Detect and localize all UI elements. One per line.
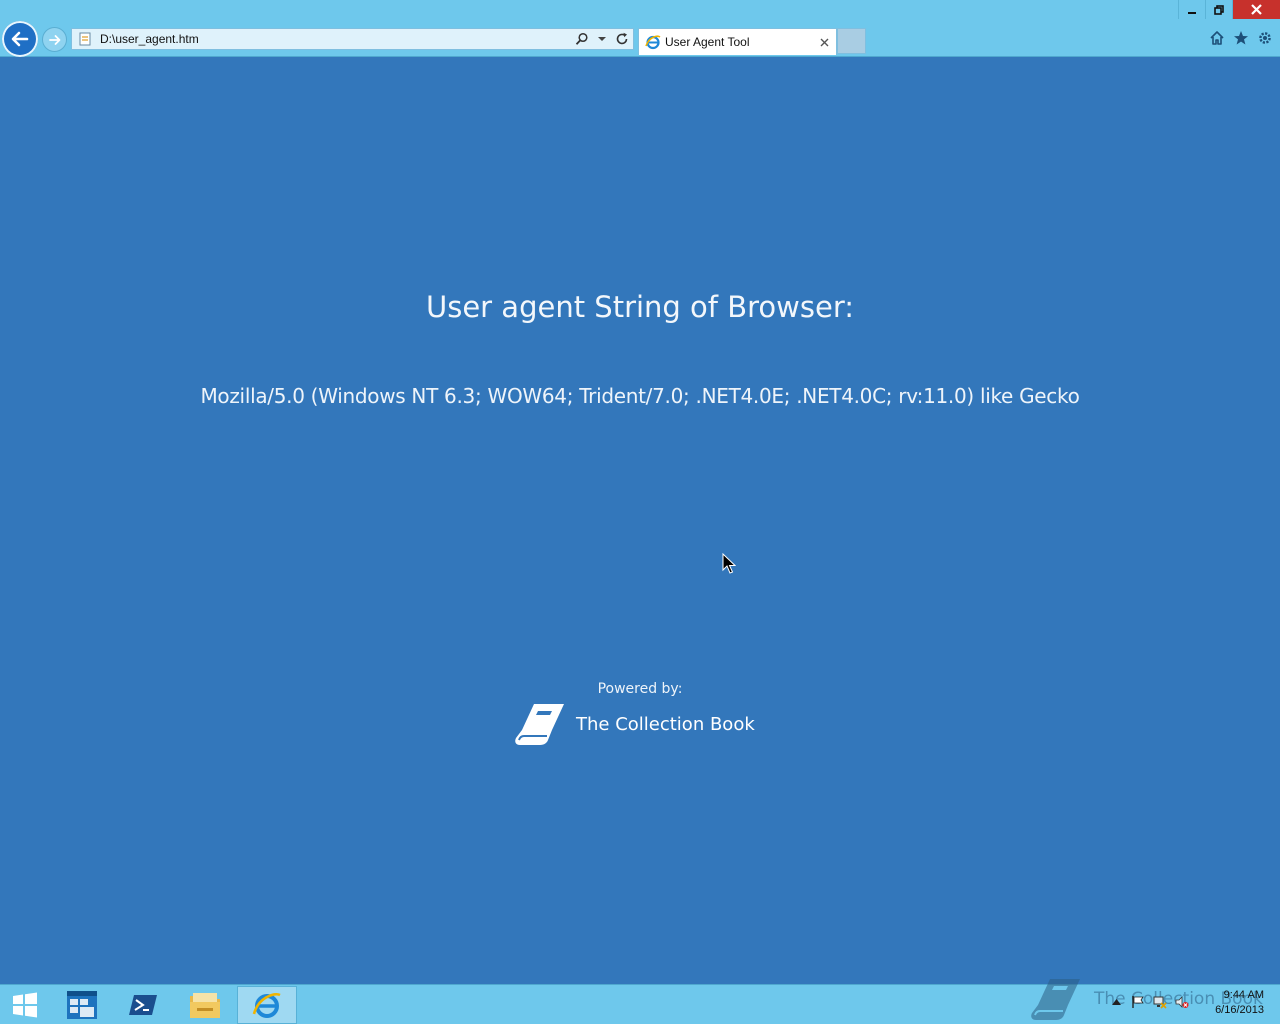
page-heading: User agent String of Browser: <box>425 290 855 324</box>
home-button[interactable] <box>1208 29 1226 47</box>
new-tab-button[interactable] <box>837 28 866 54</box>
gear-icon <box>1259 32 1271 44</box>
tools-button[interactable] <box>1256 29 1274 47</box>
address-url[interactable]: D:\user_agent.htm <box>100 32 573 46</box>
restore-icon <box>1214 4 1224 15</box>
system-tray <box>1108 994 1190 1010</box>
search-icon <box>575 32 588 45</box>
star-icon <box>1234 31 1248 45</box>
book-icon <box>1031 979 1080 1020</box>
minimize-button[interactable] <box>1178 0 1205 19</box>
taskbar-file-explorer[interactable] <box>175 986 235 1024</box>
close-icon <box>820 38 828 46</box>
chevron-down-icon <box>598 37 606 41</box>
close-window-button[interactable] <box>1232 0 1280 19</box>
server-manager-icon <box>67 991 97 1019</box>
action-center-button[interactable] <box>1130 994 1146 1010</box>
tab-close-button[interactable] <box>816 34 832 50</box>
taskbar-server-manager[interactable] <box>52 986 112 1024</box>
chevron-up-icon <box>1111 999 1121 1005</box>
user-agent-string: Mozilla/5.0 (Windows NT 6.3; WOW64; Trid… <box>200 384 1080 408</box>
network-button[interactable] <box>1152 994 1168 1010</box>
flag-icon <box>1132 996 1144 1008</box>
browser-toolbar: D:\user_agent.htm User Agent Tool <box>0 0 1280 57</box>
favorites-button[interactable] <box>1232 29 1250 47</box>
mouse-cursor-icon <box>722 553 736 574</box>
restore-button[interactable] <box>1205 0 1232 19</box>
address-bar[interactable]: D:\user_agent.htm <box>71 28 634 50</box>
brand-name[interactable]: The Collection Book <box>576 714 755 735</box>
home-icon <box>1210 31 1224 45</box>
page-icon <box>78 32 92 46</box>
internet-explorer-icon <box>252 993 281 1018</box>
folder-icon <box>190 993 220 1018</box>
powershell-icon <box>129 995 157 1015</box>
speaker-muted-icon <box>1175 996 1189 1008</box>
back-button[interactable] <box>2 21 38 57</box>
windows-logo-icon <box>13 992 37 1018</box>
tab-title: User Agent Tool <box>665 35 750 49</box>
taskbar-internet-explorer[interactable] <box>237 986 297 1024</box>
forward-button[interactable] <box>42 27 67 52</box>
forward-arrow-icon <box>48 34 60 45</box>
minimize-icon <box>1188 11 1196 14</box>
back-arrow-icon <box>11 31 29 47</box>
taskbar-clock[interactable]: 9:44 AM 6/16/2013 <box>1215 988 1264 1018</box>
search-dropdown-button[interactable] <box>593 30 611 48</box>
book-icon <box>515 704 564 745</box>
network-icon <box>1153 996 1167 1009</box>
start-button[interactable] <box>0 986 50 1024</box>
volume-button[interactable] <box>1174 994 1190 1010</box>
search-button[interactable] <box>573 30 591 48</box>
ie-page-icon <box>645 35 661 50</box>
refresh-icon <box>616 32 628 45</box>
refresh-button[interactable] <box>613 30 631 48</box>
taskbar-powershell[interactable] <box>113 986 173 1024</box>
tab-user-agent-tool[interactable]: User Agent Tool <box>638 28 837 55</box>
show-hidden-icons-button[interactable] <box>1108 994 1124 1010</box>
powered-by-label: Powered by: <box>597 681 683 697</box>
close-icon <box>1251 4 1262 15</box>
clock-time: 9:44 AM <box>1223 989 1264 1001</box>
clock-date: 6/16/2013 <box>1215 1004 1264 1016</box>
brand-link[interactable]: The Collection Book <box>514 700 755 748</box>
